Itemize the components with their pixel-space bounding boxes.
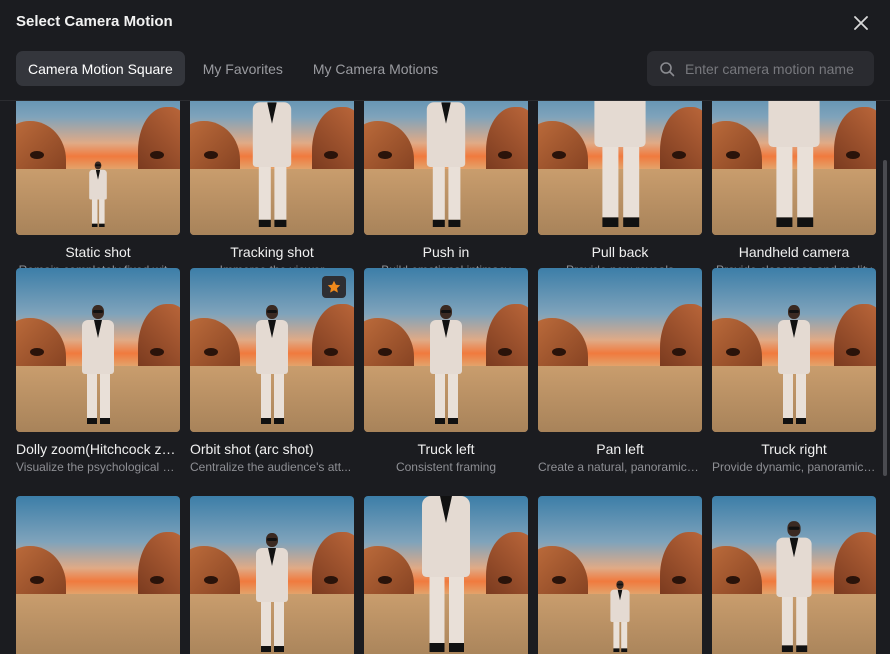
favorite-button[interactable]	[322, 276, 346, 298]
desert-ground	[538, 366, 702, 432]
search-input[interactable]	[683, 59, 867, 78]
model-figure	[422, 496, 470, 652]
desert-ground	[16, 594, 180, 654]
motion-description: Consistent framing	[395, 460, 497, 474]
motion-card[interactable]: Static shot Remain completely fixed wit.…	[16, 101, 180, 277]
motion-card[interactable]	[712, 496, 876, 654]
model-figure	[252, 101, 292, 227]
motion-description: Centralize the audience's att...	[190, 460, 352, 474]
motion-thumbnail[interactable]	[712, 268, 876, 432]
model-figure	[256, 533, 288, 652]
model-figure	[610, 580, 630, 652]
motion-card[interactable]: Dolly zoom(Hitchcock zo... Visualize the…	[16, 268, 180, 474]
motion-name: Pull back	[591, 244, 649, 260]
motion-thumbnail[interactable]	[16, 496, 180, 654]
model-figure	[82, 305, 114, 424]
motion-thumbnail[interactable]	[364, 268, 528, 432]
motion-thumbnail[interactable]	[16, 101, 180, 235]
motion-thumbnail[interactable]	[712, 496, 876, 654]
motion-card[interactable]	[190, 496, 354, 654]
motion-thumbnail[interactable]	[190, 496, 354, 654]
model-figure	[89, 161, 107, 227]
motion-name: Pan left	[596, 441, 644, 457]
motion-name: Dolly zoom(Hitchcock zo...	[16, 441, 180, 457]
motion-description: Provide dynamic, panoramic ...	[712, 460, 876, 474]
motion-thumbnail[interactable]	[538, 101, 702, 235]
search-icon	[660, 61, 675, 76]
motion-card[interactable]	[16, 496, 180, 654]
star-icon	[327, 280, 341, 293]
motion-name: Tracking shot	[230, 244, 314, 260]
motion-thumbnail[interactable]	[190, 101, 354, 235]
motion-thumbnail[interactable]	[712, 101, 876, 235]
motion-card[interactable]: Handheld camera Provide closeness and re…	[712, 101, 876, 277]
tab-my-favorites[interactable]: My Favorites	[191, 51, 295, 86]
model-figure	[768, 101, 820, 227]
model-figure	[430, 305, 462, 424]
model-figure	[776, 521, 812, 652]
model-figure	[256, 305, 288, 424]
motion-thumbnail[interactable]	[538, 268, 702, 432]
dialog-header: Select Camera Motion Camera Motion Squar…	[0, 0, 890, 100]
motion-thumbnail[interactable]	[16, 268, 180, 432]
motion-card[interactable]: Orbit shot (arc shot) Centralize the aud…	[190, 268, 354, 474]
motion-card[interactable]	[364, 496, 528, 654]
motion-grid: Static shot Remain completely fixed wit.…	[0, 101, 876, 654]
select-camera-motion-dialog: Select Camera Motion Camera Motion Squar…	[0, 0, 890, 654]
model-figure	[594, 101, 646, 227]
motion-card[interactable]: Tracking shot Immerse the viewer	[190, 101, 354, 277]
motion-name: Push in	[422, 244, 470, 260]
motion-name: Orbit shot (arc shot)	[190, 441, 314, 457]
tab-my-camera-motions[interactable]: My Camera Motions	[301, 51, 450, 86]
motion-thumbnail[interactable]	[190, 268, 354, 432]
search-box[interactable]	[647, 51, 874, 86]
motion-thumbnail[interactable]	[538, 496, 702, 654]
model-figure	[778, 305, 810, 424]
motion-thumbnail[interactable]	[364, 101, 528, 235]
motion-name: Static shot	[65, 244, 131, 260]
motion-thumbnail[interactable]	[364, 496, 528, 654]
motion-description: Visualize the psychological st...	[16, 460, 180, 474]
model-figure	[426, 101, 466, 227]
motion-card[interactable]: Truck right Provide dynamic, panoramic .…	[712, 268, 876, 474]
close-icon	[854, 16, 868, 30]
close-button[interactable]	[848, 10, 874, 36]
motion-description: Create a natural, panoramic s...	[538, 460, 702, 474]
dialog-title: Select Camera Motion	[16, 13, 173, 30]
tab-camera-motion-square[interactable]: Camera Motion Square	[16, 51, 185, 86]
motion-name: Truck left	[417, 441, 475, 457]
scrollbar[interactable]	[883, 160, 887, 476]
motion-card[interactable]: Truck left Consistent framing	[364, 268, 528, 474]
tab-bar: Camera Motion Square My Favorites My Cam…	[16, 51, 450, 86]
motion-card[interactable]: Push in Build emotional intimacy	[364, 101, 528, 277]
motion-name: Truck right	[761, 441, 827, 457]
motion-card[interactable]: Pull back Provide new reveals	[538, 101, 702, 277]
motion-card[interactable]: Pan left Create a natural, panoramic s..…	[538, 268, 702, 474]
motion-name: Handheld camera	[738, 244, 850, 260]
motion-card[interactable]	[538, 496, 702, 654]
